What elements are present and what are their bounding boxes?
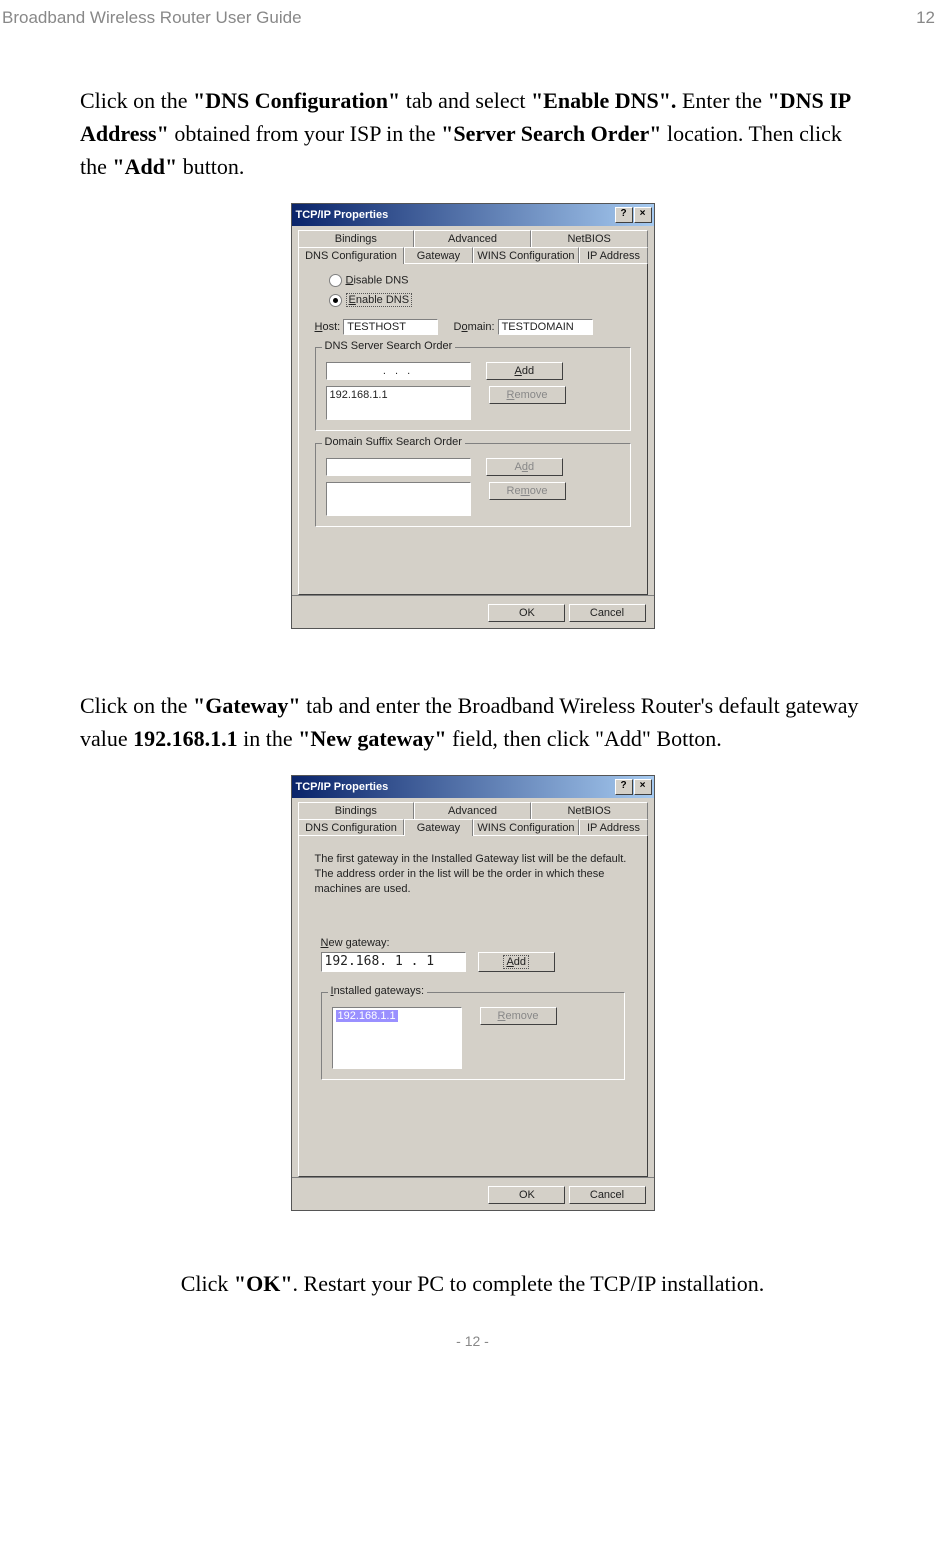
radio-disable-dns[interactable] [329, 274, 342, 287]
tab-wins[interactable]: WINS Configuration [473, 247, 580, 264]
domain-input[interactable]: TESTDOMAIN [498, 319, 593, 335]
close-icon[interactable]: × [634, 207, 652, 223]
domain-label: Domain: [454, 321, 495, 333]
ok-button[interactable]: OK [488, 604, 565, 622]
tcpip-dialog-gateway: TCP/IP Properties ? × Bindings Advanced … [291, 775, 655, 1211]
suffix-listbox[interactable] [326, 482, 471, 516]
dns-search-order-label: DNS Server Search Order [322, 340, 456, 352]
tab-gateway[interactable]: Gateway [404, 819, 472, 836]
host-input[interactable]: TESTHOST [343, 319, 438, 335]
cancel-button[interactable]: Cancel [569, 1186, 646, 1204]
gateway-explanation: The first gateway in the Installed Gatew… [309, 846, 637, 907]
help-icon[interactable]: ? [615, 779, 633, 795]
new-gateway-label: New gateway: [321, 937, 625, 949]
doc-title: Broadband Wireless Router User Guide [2, 8, 302, 28]
tab-gateway[interactable]: Gateway [404, 247, 472, 264]
tab-netbios[interactable]: NetBIOS [531, 802, 648, 819]
suffix-search-order-label: Domain Suffix Search Order [322, 436, 465, 448]
tab-advanced[interactable]: Advanced [414, 802, 531, 819]
suffix-remove-button[interactable]: Remove [489, 482, 566, 500]
paragraph-dns: Click on the "DNS Configuration" tab and… [80, 84, 865, 183]
tab-bindings[interactable]: Bindings [298, 802, 415, 819]
paragraph-gateway: Click on the "Gateway" tab and enter the… [80, 689, 865, 755]
page-number-top: 12 [916, 8, 935, 28]
label-enable-dns: Enable DNS [346, 293, 413, 307]
dns-listbox[interactable]: 192.168.1.1 [326, 386, 471, 420]
gateway-remove-button[interactable]: Remove [480, 1007, 557, 1025]
page-footer: - 12 - [0, 1297, 945, 1361]
tab-ipaddr[interactable]: IP Address [579, 247, 647, 264]
dns-ip-input[interactable]: . . . [326, 362, 471, 380]
help-icon[interactable]: ? [615, 207, 633, 223]
tab-bindings[interactable]: Bindings [298, 230, 415, 247]
cancel-button[interactable]: Cancel [569, 604, 646, 622]
host-label: Host: [315, 321, 341, 333]
suffix-add-button[interactable]: Add [486, 458, 563, 476]
close-icon[interactable]: × [634, 779, 652, 795]
tab-netbios[interactable]: NetBIOS [531, 230, 648, 247]
dns-add-button[interactable]: Add [486, 362, 563, 380]
tab-dns-config[interactable]: DNS Configuration [298, 819, 405, 836]
paragraph-ok: Click "OK". Restart your PC to complete … [80, 1271, 865, 1297]
radio-enable-dns[interactable] [329, 294, 342, 307]
gateway-add-button[interactable]: Add [478, 952, 555, 972]
dialog-title: TCP/IP Properties [296, 781, 389, 793]
tab-dns-config[interactable]: DNS Configuration [298, 247, 405, 264]
dns-remove-button[interactable]: Remove [489, 386, 566, 404]
tab-ipaddr[interactable]: IP Address [579, 819, 647, 836]
installed-gateways-listbox[interactable]: 192.168.1.1 [332, 1007, 462, 1069]
tab-wins[interactable]: WINS Configuration [473, 819, 580, 836]
new-gateway-input[interactable]: 192.168. 1 . 1 [321, 952, 466, 972]
label-disable-dns: Disable DNS [346, 274, 409, 286]
installed-gateways-label: Installed gateways: [328, 985, 428, 997]
tab-advanced[interactable]: Advanced [414, 230, 531, 247]
ok-button[interactable]: OK [488, 1186, 565, 1204]
dialog-title: TCP/IP Properties [296, 209, 389, 221]
suffix-input[interactable] [326, 458, 471, 476]
tcpip-dialog-dns: TCP/IP Properties ? × Bindings Advanced … [291, 203, 655, 629]
